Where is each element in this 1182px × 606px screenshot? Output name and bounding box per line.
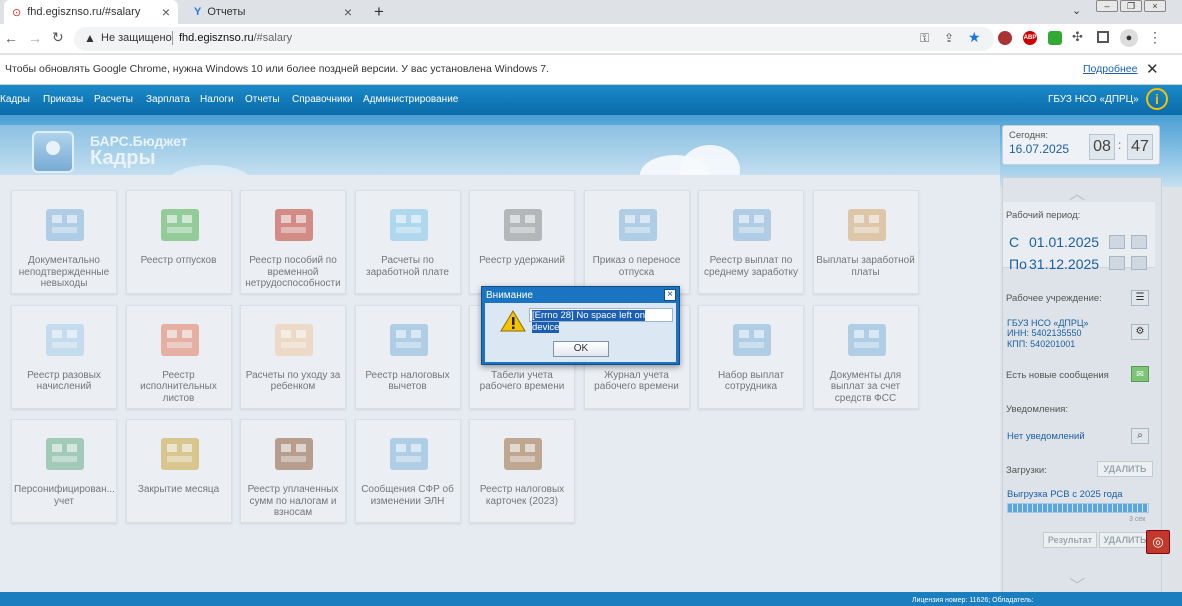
address-bar[interactable]: ▲ Не защищено fhd.egisznso.ru/#salary ⚿ … (74, 27, 994, 51)
menu-item-nalogi[interactable]: Налоги (200, 94, 234, 105)
institution-kpp: КПП: 540201001 (1007, 339, 1076, 349)
app-launcher-icon[interactable]: ◎ (1146, 530, 1170, 554)
browser-toolbar: ← → ↻ ▲ Не защищено fhd.egisznso.ru/#sal… (0, 24, 1182, 54)
close-tab-icon[interactable]: × (344, 4, 352, 20)
period-from-prefix: С (1009, 234, 1020, 250)
share-icon[interactable]: ⇪ (944, 31, 954, 45)
clock-minutes: 47 (1127, 134, 1153, 160)
license-text: Лицензия номер: 11626; Обладатель: (912, 597, 1034, 604)
divider (172, 31, 173, 45)
apply-period-icon[interactable] (1131, 256, 1147, 270)
delete-download-button[interactable]: УДАЛИТЬ (1099, 532, 1151, 548)
search-icon[interactable]: ⌕ (1131, 428, 1149, 444)
message-icon[interactable]: ✉ (1131, 366, 1149, 382)
maximize-button[interactable]: ❐ (1120, 0, 1142, 12)
back-arrow-icon[interactable]: ← (4, 30, 18, 46)
calendar-icon[interactable] (1109, 235, 1125, 249)
extension-green-icon[interactable] (1048, 31, 1062, 45)
tab-title: fhd.egisznso.ru/#salary (27, 6, 141, 18)
extension-icon[interactable] (998, 31, 1012, 45)
warning-triangle-icon[interactable]: ▲ (84, 31, 96, 45)
org-name: ГБУЗ НСО «ДПРЦ» (1048, 94, 1139, 105)
period-label: Рабочий период: (1006, 210, 1081, 221)
warning-icon (500, 310, 526, 332)
url-path: /#salary (253, 32, 293, 44)
kebab-menu-icon[interactable]: ⋮ (1148, 29, 1162, 46)
download-time: 3 сек (1129, 516, 1146, 523)
period-to-date[interactable]: 31.12.2025 (1029, 256, 1099, 272)
bookmark-star-icon[interactable]: ★ (968, 29, 981, 46)
period-from-date[interactable]: 01.01.2025 (1029, 234, 1099, 250)
period-to-prefix: По (1009, 256, 1027, 272)
close-window-button[interactable]: × (1144, 0, 1166, 12)
delete-all-button[interactable]: УДАЛИТЬ (1097, 461, 1153, 477)
today-date: 16.07.2025 (1009, 142, 1070, 156)
clock-separator: : (1118, 138, 1122, 152)
list-icon[interactable]: ☰ (1131, 290, 1149, 306)
tab-title: Отчеты (207, 6, 246, 18)
notifications-label: Уведомления: (1006, 404, 1069, 415)
downloads-label: Загрузки: (1006, 465, 1047, 476)
apply-period-icon[interactable] (1131, 235, 1147, 249)
close-tab-icon[interactable]: × (162, 4, 170, 20)
browser-tab-reports[interactable]: Y Отчеты × (186, 0, 360, 24)
result-button[interactable]: Результат (1043, 532, 1097, 548)
date-time-widget: Сегодня: 16.07.2025 08 : 47 (1002, 125, 1160, 165)
sidebar-panel: ︿ Рабочий период: С 01.01.2025 По 31.12.… (1002, 177, 1162, 595)
menu-item-zarplata[interactable]: Зарплата (146, 94, 190, 105)
window-controls: – ❐ × (1096, 0, 1166, 12)
reload-icon[interactable]: ↻ (52, 29, 64, 46)
info-icon[interactable]: i (1146, 88, 1168, 110)
dialog-body: [Errno 28] No space left on device OK (485, 303, 676, 362)
menu-item-prikazy[interactable]: Приказы (43, 94, 83, 105)
scroll-up-chevron-icon[interactable]: ︿ (1069, 180, 1085, 204)
puzzle-icon[interactable]: ✣ (1072, 29, 1083, 45)
ok-button[interactable]: OK (553, 341, 609, 357)
app-menu-bar: Кадры Приказы Расчеты Зарплата Налоги От… (0, 85, 1182, 115)
download-progress-bar (1007, 503, 1149, 513)
download-item-title[interactable]: Выгрузка РСВ с 2025 года (1007, 489, 1123, 500)
menu-item-admin[interactable]: Администрирование (363, 94, 458, 105)
error-message-field[interactable]: [Errno 28] No space left on device (529, 308, 673, 333)
institution-name: ГБУЗ НСО «ДПРЦ» (1007, 318, 1089, 328)
url-domain: fhd.egisznso.ru (179, 32, 254, 44)
menu-item-raschety[interactable]: Расчеты (94, 94, 133, 105)
download-progress-fill (1008, 504, 1148, 512)
institution-label: Рабочее учреждение: (1006, 293, 1102, 304)
forward-arrow-icon[interactable]: → (28, 30, 42, 46)
menu-item-otchety[interactable]: Отчеты (245, 94, 280, 105)
favicon-icon: ⊙ (12, 6, 22, 19)
dialog-title: Внимание (486, 290, 533, 301)
new-tab-button[interactable]: + (374, 2, 384, 22)
tab-search-chevron-icon[interactable]: ⌄ (1072, 4, 1081, 17)
menu-item-kadry[interactable]: Кадры (0, 94, 30, 105)
profile-avatar-icon[interactable]: ● (1120, 29, 1138, 47)
error-message-text: [Errno 28] No space left on device (532, 310, 646, 333)
clock-hours: 08 (1089, 134, 1115, 160)
notifications-value: Нет уведомлений (1007, 431, 1085, 442)
url-text[interactable]: fhd.egisznso.ru/#salary (179, 32, 292, 44)
browser-tab-salary[interactable]: ⊙ fhd.egisznso.ru/#salary × (4, 0, 178, 24)
sidepanel-icon[interactable] (1097, 31, 1109, 43)
menu-item-spravochniki[interactable]: Справочники (292, 94, 353, 105)
calendar-icon[interactable] (1109, 256, 1125, 270)
messages-label[interactable]: Есть новые сообщения (1006, 370, 1109, 381)
yandex-favicon-icon: Y (194, 6, 202, 18)
settings-gear-icon[interactable]: ⚙ (1131, 324, 1149, 340)
key-icon[interactable]: ⚿ (920, 31, 929, 46)
security-label[interactable]: Не защищено (101, 32, 172, 44)
alert-dialog: Внимание × [Errno 28] No space left on d… (481, 286, 680, 365)
today-label: Сегодня: (1009, 130, 1049, 141)
browser-tab-strip: ⊙ fhd.egisznso.ru/#salary × Y Отчеты × +… (0, 0, 1182, 24)
minimize-button[interactable]: – (1096, 0, 1118, 12)
institution-inn: ИНН: 5402135550 (1007, 328, 1082, 338)
infobar-text: Чтобы обновлять Google Chrome, нужна Win… (5, 63, 550, 75)
status-footer: Лицензия номер: 11626; Обладатель: (0, 592, 1182, 606)
close-infobar-icon[interactable]: ✕ (1146, 60, 1159, 78)
infobar-details-link[interactable]: Подробнее (1083, 63, 1137, 75)
update-infobar: Чтобы обновлять Google Chrome, нужна Win… (0, 55, 1182, 85)
adblock-icon[interactable]: ABP (1023, 31, 1037, 45)
dialog-close-button[interactable]: × (664, 289, 676, 301)
